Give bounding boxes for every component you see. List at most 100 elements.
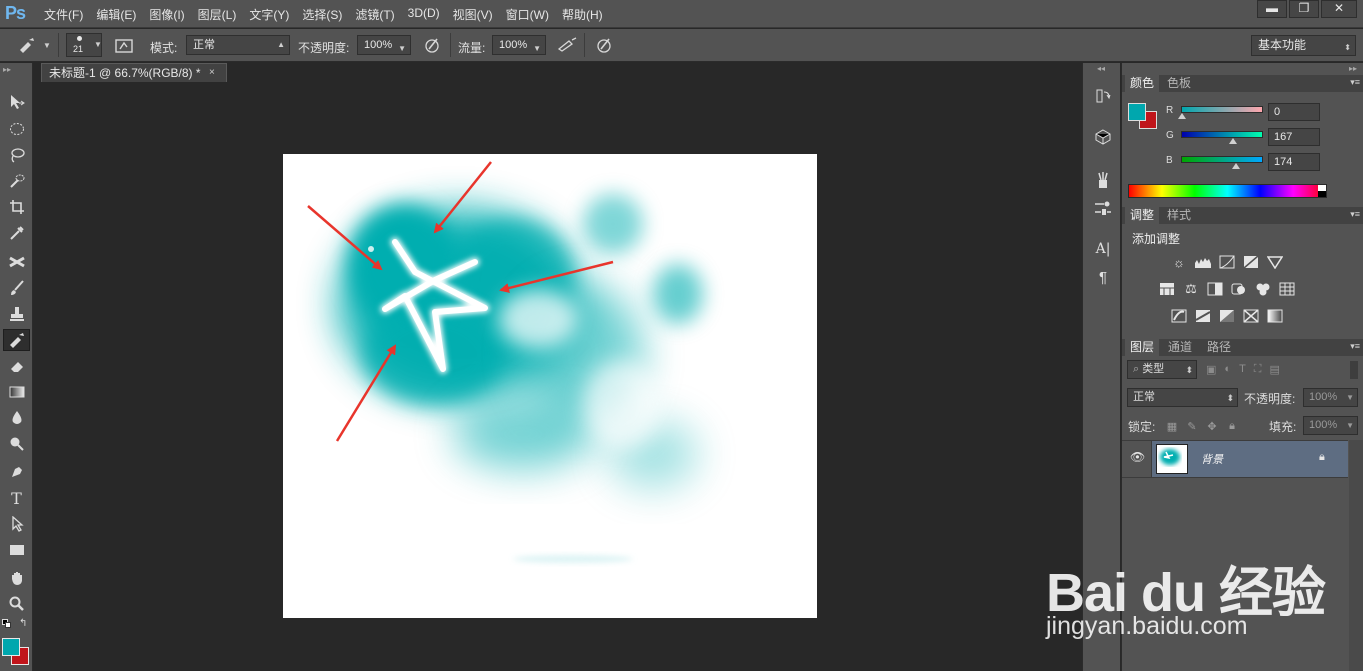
fill-field[interactable]: 100% ▼ xyxy=(1303,416,1358,435)
brush-tool-icon[interactable] xyxy=(3,277,30,299)
posterize-icon[interactable] xyxy=(1194,307,1212,325)
layer-name[interactable]: 背景 xyxy=(1201,451,1223,467)
foreground-color-swatch[interactable] xyxy=(2,638,20,656)
history-brush-tool-icon[interactable] xyxy=(3,329,30,351)
blend-mode-dropdown[interactable]: 正常 ⬍ xyxy=(1127,388,1238,407)
brush-presets-icon[interactable] xyxy=(1092,169,1114,191)
brush-settings-icon[interactable] xyxy=(1092,197,1114,219)
character-panel-icon[interactable]: A| xyxy=(1092,238,1114,260)
tab-styles[interactable]: 样式 xyxy=(1162,207,1196,224)
workspace-switcher[interactable]: 基本功能 ⬍ xyxy=(1251,35,1356,56)
zoom-tool-icon[interactable] xyxy=(3,593,30,615)
pen-tool-icon[interactable] xyxy=(3,461,30,483)
default-colors-icon[interactable] xyxy=(2,619,12,629)
curves-icon[interactable] xyxy=(1218,253,1236,271)
tablet-pressure-opacity-icon[interactable] xyxy=(421,35,443,55)
healing-brush-tool-icon[interactable] xyxy=(3,251,30,273)
panel-menu-icon[interactable]: ▾≡ xyxy=(1350,209,1360,220)
black-white-icon[interactable] xyxy=(1206,280,1224,298)
panel-menu-icon[interactable]: ▾≡ xyxy=(1350,341,1360,352)
hue-saturation-icon[interactable] xyxy=(1158,280,1176,298)
eyedropper-tool-icon[interactable] xyxy=(3,222,30,244)
red-slider-thumb[interactable] xyxy=(1178,113,1186,119)
layer-visibility-toggle[interactable]: 👁︎ xyxy=(1122,441,1152,477)
photo-filter-icon[interactable] xyxy=(1230,280,1248,298)
blur-tool-icon[interactable] xyxy=(3,407,30,429)
tab-color[interactable]: 颜色 xyxy=(1125,75,1160,92)
crop-tool-icon[interactable] xyxy=(3,196,30,218)
mode-dropdown[interactable]: 正常 ▲ xyxy=(186,35,290,55)
green-slider-thumb[interactable] xyxy=(1229,138,1237,144)
shape-filter-icon[interactable]: ⛶ xyxy=(1254,363,1262,377)
lock-position-icon[interactable]: ✥ xyxy=(1205,419,1219,433)
layer-opacity-field[interactable]: 100% ▼ xyxy=(1303,388,1358,407)
preset-dropdown-arrow-icon[interactable]: ▼ xyxy=(42,35,52,55)
type-filter-icon[interactable]: T xyxy=(1239,363,1246,377)
color-balance-icon[interactable]: ⚖ xyxy=(1182,280,1200,298)
close-tab-icon[interactable]: × xyxy=(209,67,215,78)
levels-icon[interactable] xyxy=(1194,253,1212,271)
menu-type[interactable]: 文字(Y) xyxy=(249,6,289,23)
blue-slider-thumb[interactable] xyxy=(1232,163,1240,169)
tablet-pressure-size-icon[interactable] xyxy=(593,35,615,55)
green-slider[interactable] xyxy=(1181,131,1263,138)
lock-all-icon[interactable]: 🔒︎ xyxy=(1225,419,1239,433)
green-value-field[interactable]: 167 xyxy=(1268,128,1320,146)
menu-image[interactable]: 图像(I) xyxy=(149,6,184,23)
threshold-icon[interactable] xyxy=(1218,307,1236,325)
foreground-color-swatch[interactable] xyxy=(1128,103,1146,121)
brush-size-picker[interactable]: 21 ▼ xyxy=(66,33,102,57)
gradient-tool-icon[interactable] xyxy=(3,381,30,403)
menu-view[interactable]: 视图(V) xyxy=(453,6,493,23)
quick-selection-tool-icon[interactable] xyxy=(3,170,30,192)
adjustment-filter-icon[interactable]: ◐ xyxy=(1224,363,1231,377)
blue-value-field[interactable]: 174 xyxy=(1268,153,1320,171)
brush-panel-toggle-icon[interactable] xyxy=(114,35,134,55)
channel-mixer-icon[interactable] xyxy=(1254,280,1272,298)
tab-paths[interactable]: 路径 xyxy=(1202,339,1236,356)
menu-help[interactable]: 帮助(H) xyxy=(562,6,603,23)
collapse-arrows-icon[interactable]: ◂◂ xyxy=(1097,64,1105,73)
move-tool-icon[interactable] xyxy=(3,91,30,113)
menu-select[interactable]: 选择(S) xyxy=(302,6,342,23)
gradient-map-icon[interactable] xyxy=(1266,307,1284,325)
invert-icon[interactable] xyxy=(1170,307,1188,325)
exposure-icon[interactable] xyxy=(1242,253,1260,271)
smart-object-filter-icon[interactable]: ▤ xyxy=(1270,363,1280,377)
vibrance-icon[interactable] xyxy=(1266,253,1284,271)
3d-panel-icon[interactable] xyxy=(1092,126,1114,148)
menu-file[interactable]: 文件(F) xyxy=(44,6,83,23)
collapse-arrows-icon[interactable]: ▸▸ xyxy=(3,65,11,74)
filter-toggle[interactable] xyxy=(1350,361,1358,379)
rectangle-tool-icon[interactable] xyxy=(3,539,30,561)
collapse-arrows-icon[interactable]: ▸▸ xyxy=(1349,64,1357,73)
paragraph-panel-icon[interactable]: ¶ xyxy=(1092,266,1114,288)
brightness-contrast-icon[interactable]: ☼ xyxy=(1170,253,1188,271)
menu-edit[interactable]: 编辑(E) xyxy=(96,6,136,23)
swap-colors-icon[interactable]: ↰ xyxy=(19,618,27,629)
tab-adjustments[interactable]: 调整 xyxy=(1125,207,1160,224)
path-selection-tool-icon[interactable] xyxy=(3,513,30,535)
red-value-field[interactable]: 0 xyxy=(1268,103,1320,121)
tab-swatches[interactable]: 色板 xyxy=(1162,75,1196,92)
opacity-field[interactable]: 100% ▼ xyxy=(357,35,411,55)
eraser-tool-icon[interactable] xyxy=(3,355,30,377)
blue-slider[interactable] xyxy=(1181,156,1263,163)
layers-scrollbar[interactable] xyxy=(1349,440,1363,671)
menu-window[interactable]: 窗口(W) xyxy=(506,6,549,23)
tab-channels[interactable]: 通道 xyxy=(1163,339,1197,356)
document-tab[interactable]: 未标题-1 @ 66.7%(RGB/8) * xyxy=(41,63,227,82)
restore-button[interactable]: ❐ xyxy=(1289,0,1319,18)
minimize-button[interactable]: ▬ xyxy=(1257,0,1287,18)
menu-3d[interactable]: 3D(D) xyxy=(408,6,440,23)
tab-layers[interactable]: 图层 xyxy=(1125,339,1160,356)
marquee-tool-icon[interactable] xyxy=(3,118,30,140)
color-spectrum-ramp[interactable] xyxy=(1128,184,1327,198)
history-brush-preset-icon[interactable] xyxy=(16,35,38,55)
canvas[interactable] xyxy=(283,154,817,618)
close-button[interactable]: ✕ xyxy=(1321,0,1357,18)
airbrush-icon[interactable] xyxy=(556,35,578,55)
type-tool-icon[interactable]: T xyxy=(3,487,30,509)
hand-tool-icon[interactable] xyxy=(3,567,30,589)
menu-layer[interactable]: 图层(L) xyxy=(198,6,237,23)
